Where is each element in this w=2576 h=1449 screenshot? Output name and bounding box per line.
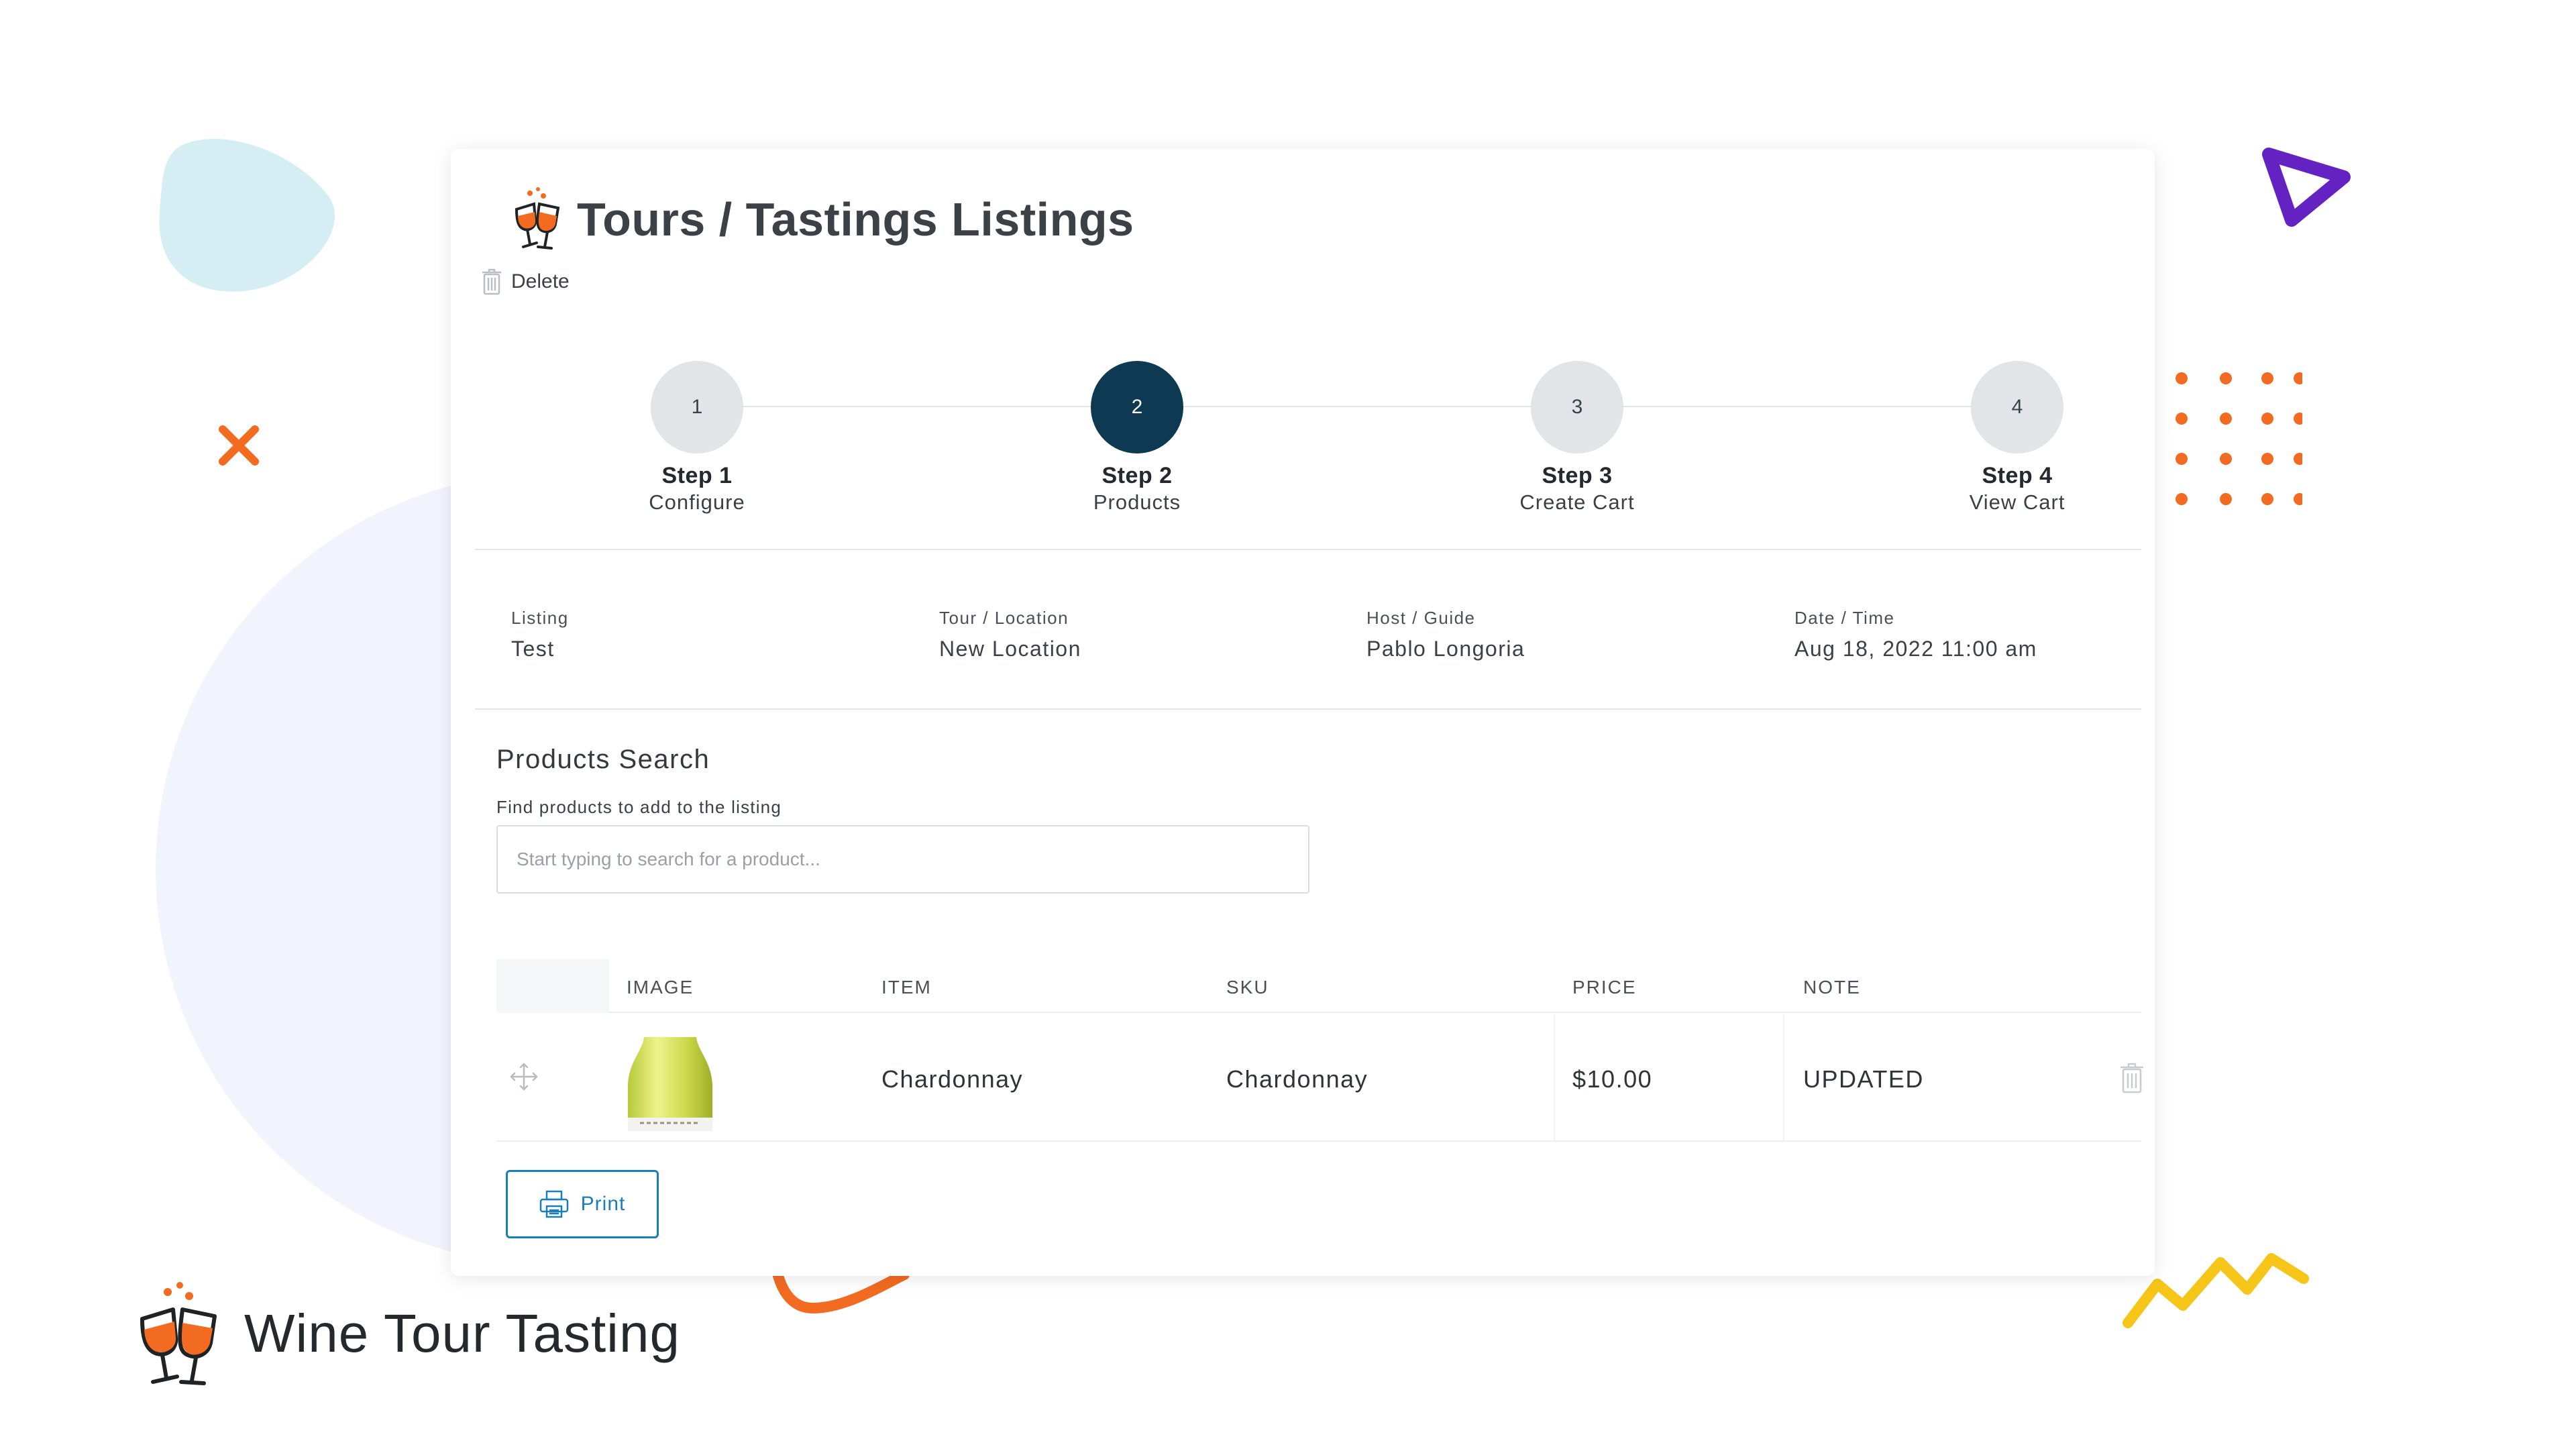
table-header-handle-cell — [496, 959, 609, 1013]
cell-item: Chardonnay — [881, 1065, 1024, 1093]
step-3[interactable]: 3 Step 3 Create Cart — [1470, 361, 1684, 515]
step-4-circle: 4 — [1971, 361, 2063, 453]
info-value: Test — [511, 637, 555, 661]
page-title: Tours / Tastings Listings — [577, 193, 1134, 246]
products-search-help: Find products to add to the listing — [496, 797, 782, 817]
step-1-subtitle: Configure — [649, 490, 745, 514]
step-2-subtitle: Products — [1093, 490, 1181, 514]
info-label: Listing — [511, 608, 569, 628]
wine-glasses-icon — [515, 187, 560, 250]
decorative-blob — [159, 139, 335, 292]
step-2[interactable]: 2 Step 2 Products — [1030, 361, 1244, 515]
delete-button[interactable]: Delete — [482, 268, 570, 295]
info-label: Host / Guide — [1366, 608, 1476, 628]
info-value: Pablo Longoria — [1366, 637, 1525, 661]
column-header-item: ITEM — [881, 977, 932, 998]
info-label: Date / Time — [1794, 608, 1895, 628]
table-row[interactable]: Chardonnay Chardonnay $10.00 UPDATED — [496, 1014, 2144, 1142]
decorative-triangle — [2262, 148, 2351, 227]
step-3-subtitle: Create Cart — [1519, 490, 1635, 514]
step-4-title: Step 4 — [1982, 463, 2053, 488]
decorative-cross — [219, 425, 259, 466]
info-listing: Listing Test — [511, 608, 569, 661]
column-header-note: NOTE — [1803, 977, 1861, 998]
printer-icon — [539, 1190, 568, 1218]
info-value: New Location — [939, 637, 1081, 661]
info-tour-location: Tour / Location New Location — [939, 608, 1081, 661]
cell-note: UPDATED — [1803, 1065, 1924, 1093]
step-4-subtitle: View Cart — [1969, 490, 2065, 514]
step-1-circle: 1 — [651, 361, 743, 453]
brand-name: Wine Tour Tasting — [244, 1303, 680, 1363]
page-header: Tours / Tastings Listings — [507, 186, 1134, 252]
info-host-guide: Host / Guide Pablo Longoria — [1366, 608, 1525, 661]
cell-price: $10.00 — [1572, 1065, 1653, 1093]
step-3-circle: 3 — [1531, 361, 1623, 453]
info-value: Aug 18, 2022 11:00 am — [1794, 637, 2037, 661]
decorative-dots — [2176, 372, 2302, 505]
print-label: Print — [580, 1193, 626, 1215]
stepper-line — [695, 406, 2002, 407]
column-header-price: PRICE — [1572, 977, 1637, 998]
column-separator — [1554, 1014, 1555, 1140]
step-4[interactable]: 4 Step 4 View Cart — [1910, 361, 2125, 515]
move-icon[interactable] — [508, 1061, 539, 1092]
divider — [475, 549, 2141, 550]
step-2-title: Step 2 — [1102, 463, 1173, 488]
products-search-title: Products Search — [496, 745, 710, 774]
listing-card: Tours / Tastings Listings Delete 1 Step … — [451, 149, 2155, 1276]
column-header-sku: SKU — [1226, 977, 1269, 998]
delete-label: Delete — [511, 270, 570, 292]
column-header-image: IMAGE — [627, 977, 694, 998]
table-header: IMAGE ITEM SKU PRICE NOTE — [496, 959, 2141, 1013]
wine-glasses-icon — [140, 1282, 217, 1385]
step-3-title: Step 3 — [1542, 463, 1613, 488]
divider — [475, 708, 2141, 710]
product-search-input[interactable] — [496, 825, 1309, 894]
trash-icon — [482, 268, 501, 295]
trash-icon[interactable] — [2120, 1063, 2144, 1093]
step-1-title: Step 1 — [661, 463, 733, 488]
brand-logo: Wine Tour Tasting — [129, 1280, 680, 1387]
column-separator — [1783, 1014, 1784, 1140]
step-2-circle: 2 — [1091, 361, 1183, 453]
step-1[interactable]: 1 Step 1 Configure — [590, 361, 804, 515]
info-label: Tour / Location — [939, 608, 1069, 628]
cell-sku: Chardonnay — [1226, 1065, 1368, 1093]
info-date-time: Date / Time Aug 18, 2022 11:00 am — [1794, 608, 2037, 661]
print-button[interactable]: Print — [506, 1170, 659, 1238]
wine-bottle-image — [628, 1037, 712, 1131]
